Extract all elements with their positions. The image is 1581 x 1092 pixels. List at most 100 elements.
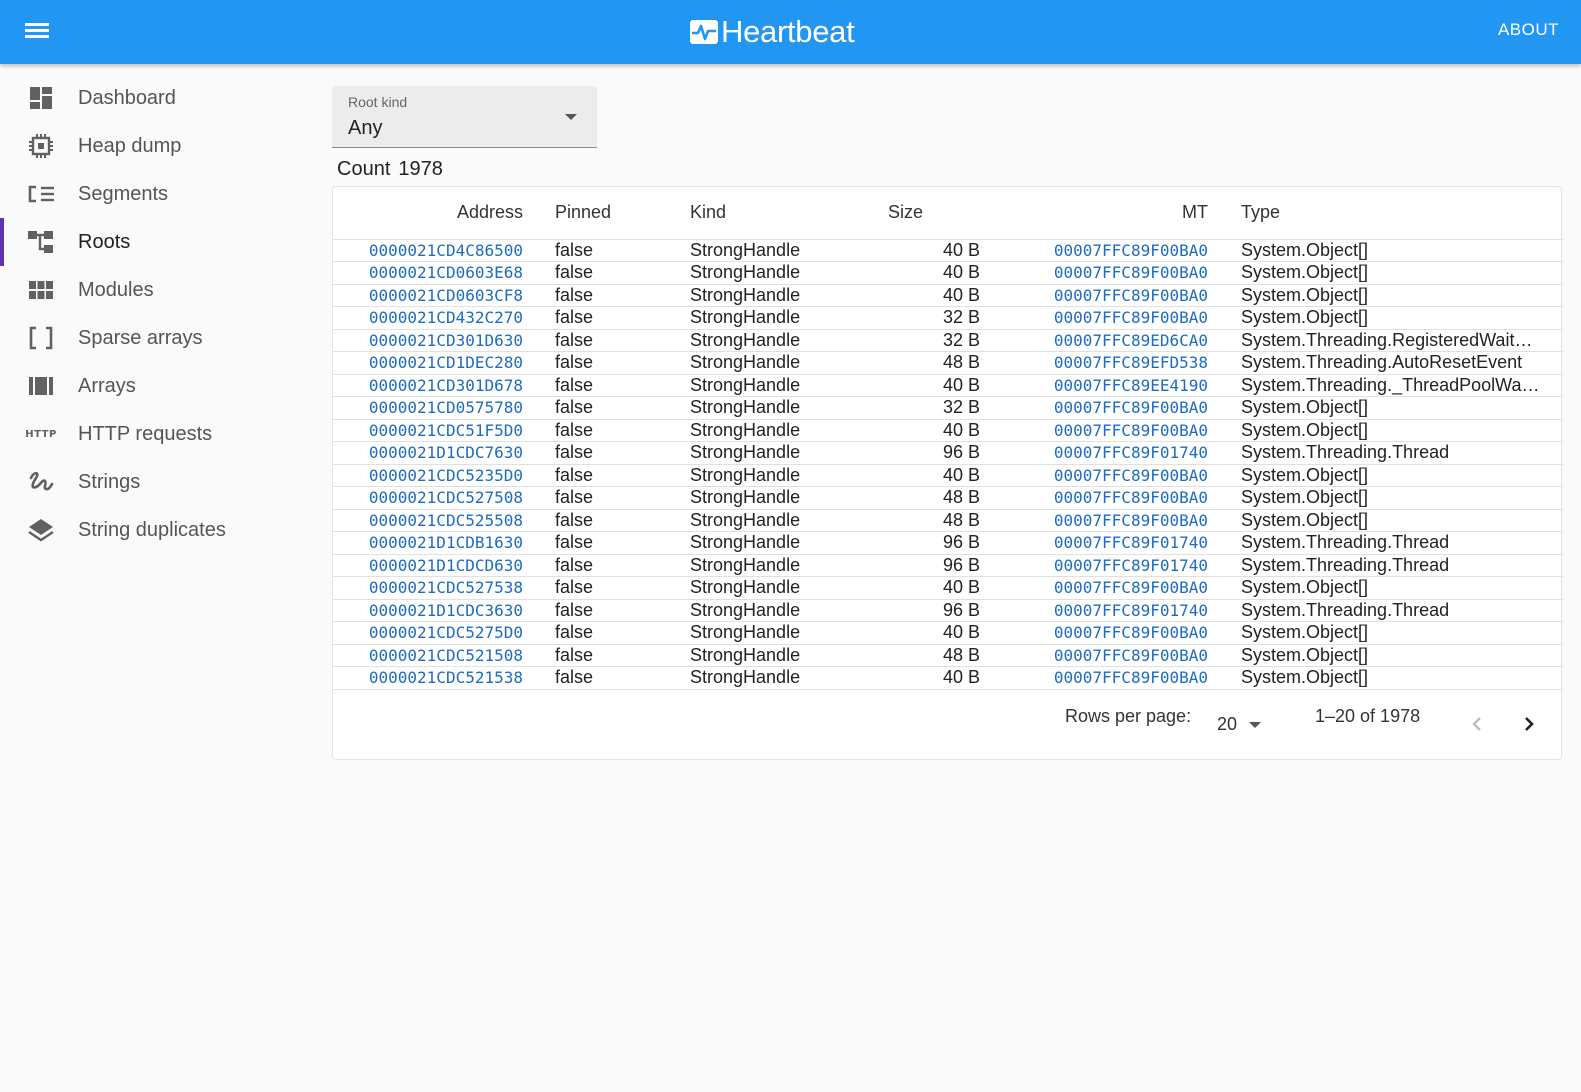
address-link[interactable]: 0000021CD432C270 — [369, 308, 523, 327]
address-link[interactable]: 0000021D1CDB1630 — [369, 533, 523, 552]
mt-link[interactable]: 00007FFC89F00BA0 — [1054, 578, 1208, 597]
menu-icon[interactable] — [22, 20, 52, 44]
root-kind-select[interactable]: Root kind Any — [332, 86, 597, 148]
sidebar: Dashboard Heap dump Segments Roots Modul… — [0, 64, 300, 554]
address-link[interactable]: 0000021CDC527508 — [369, 488, 523, 507]
table-cell: 0000021CD4C86500 — [333, 239, 523, 262]
address-link[interactable]: 0000021CD301D630 — [369, 331, 523, 350]
address-link[interactable]: 0000021D1CDC3630 — [369, 601, 523, 620]
sidebar-item-strings[interactable]: Strings — [0, 458, 300, 506]
sidebar-item-modules[interactable]: Modules — [0, 266, 300, 314]
size-cell: 96 B — [942, 532, 980, 553]
http-icon: HTTP — [25, 419, 56, 449]
mt-link[interactable]: 00007FFC89F00BA0 — [1054, 263, 1208, 282]
mt-link[interactable]: 00007FFC89F00BA0 — [1054, 241, 1208, 260]
table-cell: 00007FFC89F00BA0 — [980, 486, 1216, 510]
previous-page-button[interactable] — [1465, 712, 1489, 736]
mt-link[interactable]: 00007FFC89F00BA0 — [1054, 398, 1208, 417]
table-cell: 48 B — [855, 351, 980, 375]
size-cell: 40 B — [942, 577, 980, 598]
mt-link[interactable]: 00007FFC89F01740 — [1054, 443, 1208, 462]
mt-link[interactable]: 00007FFC89F00BA0 — [1054, 511, 1208, 530]
pinned-cell: false — [555, 532, 594, 553]
table-cell: System.Object[] — [1216, 306, 1563, 330]
column-header-address[interactable]: Address — [333, 187, 523, 240]
table-cell: System.Object[] — [1216, 464, 1563, 487]
next-page-button[interactable] — [1517, 712, 1541, 736]
address-link[interactable]: 0000021CDC525508 — [369, 511, 523, 530]
sidebar-item-segments[interactable]: Segments — [0, 170, 300, 218]
mt-link[interactable]: 00007FFC89EE4190 — [1054, 376, 1208, 395]
table-row: 0000021CD0603E68 false StrongHandle 40 B 000… — [333, 261, 1563, 285]
address-link[interactable]: 0000021CDC521508 — [369, 646, 523, 665]
kind-cell: StrongHandle — [690, 374, 801, 395]
column-header-mt[interactable]: MT — [980, 187, 1216, 240]
address-link[interactable]: 0000021CD1DEC280 — [369, 353, 523, 372]
table-cell: 0000021CD301D678 — [333, 374, 523, 397]
size-cell: 48 B — [942, 352, 980, 373]
sidebar-item-http-requests[interactable]: HTTP HTTP requests — [0, 410, 300, 458]
mt-link[interactable]: 00007FFC89F00BA0 — [1054, 308, 1208, 327]
sidebar-item-label: Modules — [78, 278, 154, 301]
column-header-size[interactable]: Size — [855, 187, 980, 240]
table-cell: 0000021CDC5275D0 — [333, 621, 523, 645]
sidebar-item-label: Heap dump — [78, 134, 182, 157]
sidebar-item-dashboard[interactable]: Dashboard — [0, 74, 300, 122]
table-cell: 00007FFC89F00BA0 — [980, 306, 1216, 330]
mt-link[interactable]: 00007FFC89F01740 — [1054, 601, 1208, 620]
sidebar-item-string-duplicates[interactable]: String duplicates — [0, 506, 300, 554]
table-cell: false — [523, 599, 656, 622]
address-link[interactable]: 0000021D1CDCD630 — [369, 556, 523, 575]
table-row: 0000021CDC525508 false StrongHandle 48 B 000… — [333, 509, 1563, 532]
brand: Heartbeat — [690, 12, 855, 52]
mt-link[interactable]: 00007FFC89F00BA0 — [1054, 668, 1208, 687]
address-link[interactable]: 0000021CD4C86500 — [369, 241, 523, 260]
address-link[interactable]: 0000021D1CDC7630 — [369, 443, 523, 462]
address-link[interactable]: 0000021CDC5235D0 — [369, 466, 523, 485]
sidebar-item-heap-dump[interactable]: Heap dump — [0, 122, 300, 170]
table-cell: 00007FFC89F00BA0 — [980, 396, 1216, 420]
mt-link[interactable]: 00007FFC89F00BA0 — [1054, 421, 1208, 440]
pagination: Rows per page: 20 1–20 of 1978 — [333, 689, 1563, 759]
address-link[interactable]: 0000021CD0603CF8 — [369, 286, 523, 305]
address-link[interactable]: 0000021CDC521538 — [369, 668, 523, 687]
segments-icon — [26, 179, 56, 209]
mt-link[interactable]: 00007FFC89EFD538 — [1054, 353, 1208, 372]
mt-link[interactable]: 00007FFC89ED6CA0 — [1054, 331, 1208, 350]
table-cell: 0000021CD0603E68 — [333, 261, 523, 285]
address-link[interactable]: 0000021CD301D678 — [369, 376, 523, 395]
mt-link[interactable]: 00007FFC89F01740 — [1054, 533, 1208, 552]
table-cell: 40 B — [855, 284, 980, 307]
address-link[interactable]: 0000021CD0603E68 — [369, 263, 523, 282]
mt-link[interactable]: 00007FFC89F00BA0 — [1054, 623, 1208, 642]
address-link[interactable]: 0000021CDC527538 — [369, 578, 523, 597]
table-cell: System.Threading.Thread — [1216, 531, 1563, 555]
table-cell: 48 B — [855, 644, 980, 667]
rows-per-page-select[interactable]: 20 — [1217, 714, 1262, 735]
type-cell: System.Threading._ThreadPoolWait… — [1241, 374, 1549, 395]
address-link[interactable]: 0000021CDC51F5D0 — [369, 421, 523, 440]
size-cell: 48 B — [942, 487, 980, 508]
column-header-pinned[interactable]: Pinned — [523, 187, 656, 240]
table-cell: System.Threading.AutoResetEvent — [1216, 351, 1563, 375]
dropdown-arrow-icon — [1249, 722, 1262, 729]
about-button[interactable]: ABOUT — [1498, 20, 1559, 40]
mt-link[interactable]: 00007FFC89F00BA0 — [1054, 488, 1208, 507]
mt-link[interactable]: 00007FFC89F00BA0 — [1054, 646, 1208, 665]
address-link[interactable]: 0000021CD0575780 — [369, 398, 523, 417]
column-header-kind[interactable]: Kind — [656, 187, 855, 240]
sidebar-item-arrays[interactable]: Arrays — [0, 362, 300, 410]
dashboard-icon — [26, 83, 56, 113]
table-row: 0000021CDC521508 false StrongHandle 48 B 000… — [333, 644, 1563, 667]
sidebar-item-sparse-arrays[interactable]: Sparse arrays — [0, 314, 300, 362]
table-cell: System.Object[] — [1216, 284, 1563, 307]
pinned-cell: false — [555, 442, 594, 463]
size-cell: 40 B — [942, 262, 980, 283]
mt-link[interactable]: 00007FFC89F00BA0 — [1054, 286, 1208, 305]
mt-link[interactable]: 00007FFC89F01740 — [1054, 556, 1208, 575]
mt-link[interactable]: 00007FFC89F00BA0 — [1054, 466, 1208, 485]
address-link[interactable]: 0000021CDC5275D0 — [369, 623, 523, 642]
pinned-cell: false — [555, 329, 594, 350]
sidebar-item-roots[interactable]: Roots — [0, 218, 300, 266]
column-header-type[interactable]: Type — [1216, 187, 1563, 240]
